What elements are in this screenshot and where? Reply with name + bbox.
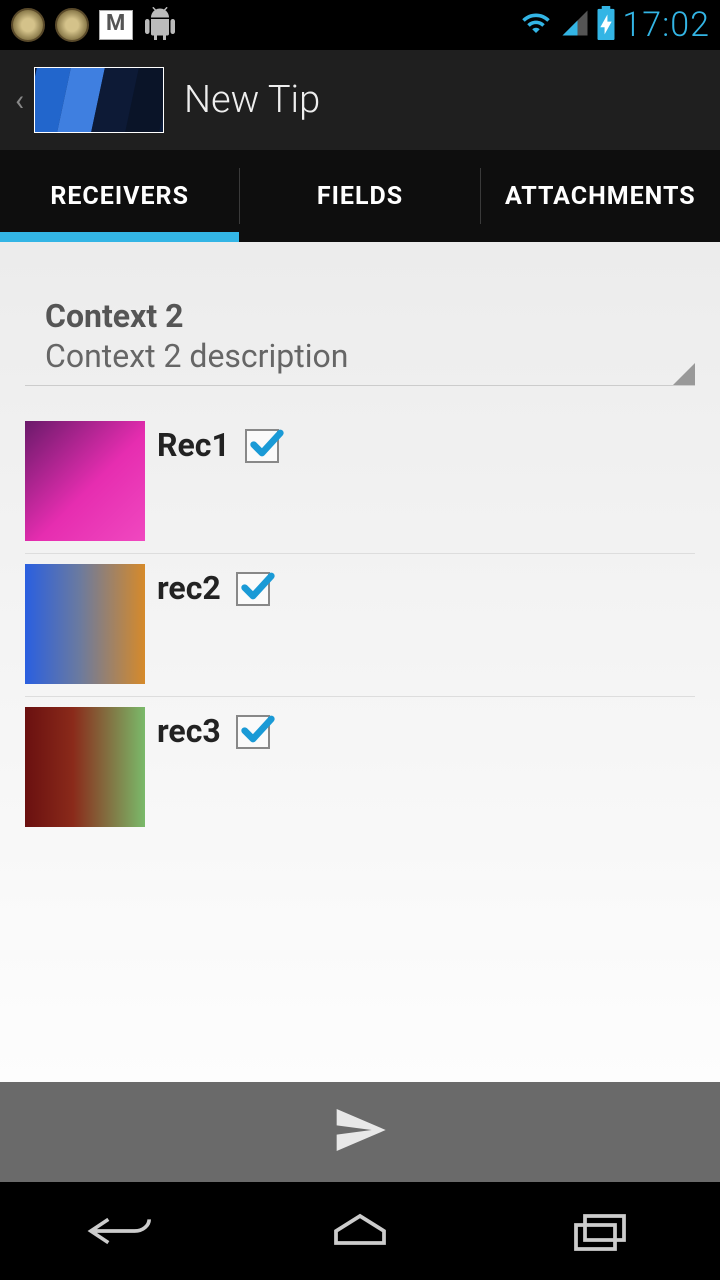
receiver-name: rec2 xyxy=(157,564,221,607)
tab-bar: RECEIVERS FIELDS ATTACHMENTS xyxy=(0,150,720,242)
dropdown-indicator-icon xyxy=(673,363,695,385)
receiver-checkbox[interactable] xyxy=(245,429,279,463)
tab-attachments[interactable]: ATTACHMENTS xyxy=(481,150,720,242)
send-icon xyxy=(332,1102,388,1158)
receiver-checkbox[interactable] xyxy=(236,572,270,606)
context-description: Context 2 description xyxy=(45,337,675,375)
wifi-icon xyxy=(518,8,554,42)
battery-charging-icon xyxy=(596,6,616,44)
signal-icon xyxy=(560,8,590,42)
tab-label: RECEIVERS xyxy=(50,182,189,211)
receiver-name: rec3 xyxy=(157,707,221,750)
back-icon[interactable]: ‹ xyxy=(10,83,29,118)
send-button[interactable] xyxy=(332,1102,388,1162)
status-bar: 17:02 xyxy=(0,0,720,50)
context-spinner[interactable]: Context 2 Context 2 description xyxy=(25,297,695,386)
checkmark-icon xyxy=(247,423,287,467)
receiver-avatar xyxy=(25,707,145,827)
checkmark-icon xyxy=(238,709,278,753)
tab-label: ATTACHMENTS xyxy=(505,182,696,211)
system-nav-bar xyxy=(0,1182,720,1280)
receiver-avatar xyxy=(25,564,145,684)
tab-receivers[interactable]: RECEIVERS xyxy=(0,150,239,242)
status-clock: 17:02 xyxy=(622,5,710,45)
gmail-notification-icon xyxy=(98,7,134,43)
content-area: Context 2 Context 2 description Rec1 rec… xyxy=(0,242,720,1082)
tab-label: FIELDS xyxy=(317,182,403,211)
tab-fields[interactable]: FIELDS xyxy=(240,150,479,242)
app-logo[interactable] xyxy=(34,67,164,133)
checkmark-icon xyxy=(238,566,278,610)
status-left xyxy=(10,7,178,43)
action-bar: ‹ New Tip xyxy=(0,50,720,150)
receiver-row[interactable]: Rec1 xyxy=(25,421,695,554)
submit-bar xyxy=(0,1082,720,1182)
receiver-list: Rec1 rec2 rec3 xyxy=(25,421,695,839)
nav-home-button[interactable] xyxy=(300,1196,420,1266)
notification-icon-1 xyxy=(10,7,46,43)
receiver-avatar xyxy=(25,421,145,541)
receiver-row[interactable]: rec3 xyxy=(25,707,695,839)
receiver-name: Rec1 xyxy=(157,421,230,464)
context-title: Context 2 xyxy=(45,297,675,335)
receiver-checkbox[interactable] xyxy=(236,715,270,749)
usb-debug-icon xyxy=(142,7,178,43)
nav-recent-button[interactable] xyxy=(540,1196,660,1266)
nav-back-button[interactable] xyxy=(60,1196,180,1266)
page-title: New Tip xyxy=(184,78,320,122)
receiver-row[interactable]: rec2 xyxy=(25,564,695,697)
status-right: 17:02 xyxy=(518,5,710,45)
notification-icon-2 xyxy=(54,7,90,43)
